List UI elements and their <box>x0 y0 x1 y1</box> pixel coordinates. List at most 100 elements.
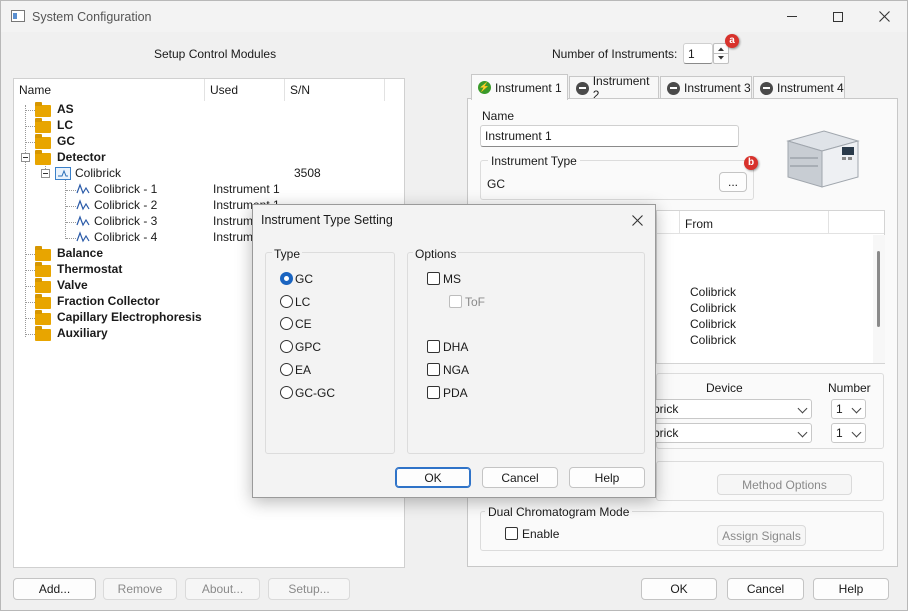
dual-chromatogram-label: Dual Chromatogram Mode <box>485 505 633 519</box>
type-label-gpc: GPC <box>295 340 322 354</box>
number-select-value: 1 <box>836 402 843 416</box>
option-checkbox-tof[interactable] <box>449 295 462 308</box>
colibrick-sn: 3508 <box>294 166 321 180</box>
number-of-instruments-field[interactable]: 1 <box>683 43 713 64</box>
tree-item-valve[interactable]: Valve <box>57 277 88 293</box>
option-label-nga: NGA <box>443 363 470 377</box>
device-select-1[interactable]: brick <box>648 399 812 419</box>
chevron-down-icon <box>851 403 862 414</box>
tree-item-balance[interactable]: Balance <box>57 245 103 261</box>
column-header-sn[interactable]: S/N <box>285 79 385 101</box>
folder-icon <box>35 262 51 277</box>
tab-instrument-2[interactable]: Instrument 2 <box>569 74 659 102</box>
option-checkbox-pda[interactable] <box>427 386 440 399</box>
close-icon[interactable] <box>861 1 907 32</box>
collapse-icon[interactable] <box>21 153 30 162</box>
type-radio-gc-gc[interactable] <box>280 386 293 399</box>
type-label-gc: GC <box>295 272 313 286</box>
number-select-value: 1 <box>836 426 843 440</box>
column-header-name[interactable]: Name <box>14 79 205 101</box>
scrollbar-thumb[interactable] <box>877 251 880 327</box>
app-icon <box>11 10 25 22</box>
name-label: Name <box>482 109 515 123</box>
ok-button[interactable]: OK <box>641 578 717 600</box>
tree-item-as[interactable]: AS <box>57 101 74 117</box>
tree-item-fraction-collector[interactable]: Fraction Collector <box>57 293 160 309</box>
column-header-from[interactable]: From <box>685 217 713 231</box>
dialog-cancel-button[interactable]: Cancel <box>482 467 558 488</box>
type-radio-ce[interactable] <box>280 317 293 330</box>
option-checkbox-ms[interactable] <box>427 272 440 285</box>
option-label-dha: DHA <box>443 340 469 354</box>
column-divider <box>679 211 680 234</box>
tree-line <box>26 318 35 319</box>
browse-instrument-type-button[interactable]: ... <box>719 172 747 192</box>
type-radio-lc[interactable] <box>280 295 293 308</box>
tree-item-colibrick-1[interactable]: Colibrick - 1 <box>94 181 157 197</box>
add-button[interactable]: Add... <box>13 578 96 600</box>
active-instrument-icon: ⚡ <box>478 81 491 94</box>
minimize-icon[interactable] <box>769 1 815 32</box>
dialog-ok-button[interactable]: OK <box>395 467 471 488</box>
options-group-label: Options <box>413 247 459 261</box>
enable-checkbox[interactable] <box>505 527 518 540</box>
tab-label: Instrument 3 <box>684 81 751 95</box>
type-label-ea: EA <box>295 363 312 377</box>
tree-item-colibrick[interactable]: Colibrick <box>75 165 121 181</box>
tree-line <box>26 142 35 143</box>
tree-item-auxiliary[interactable]: Auxiliary <box>57 325 108 341</box>
method-options-button[interactable]: Method Options <box>717 474 852 495</box>
tree-item-thermostat[interactable]: Thermostat <box>57 261 122 277</box>
type-radio-ea[interactable] <box>280 363 293 376</box>
annotation-badge-a: a <box>725 34 739 48</box>
number-select-2[interactable]: 1 <box>831 423 866 443</box>
tree-line <box>66 190 76 191</box>
detector-table[interactable]: From Colibrick Colibrick Colibrick Colib… <box>656 210 885 364</box>
type-radio-gpc[interactable] <box>280 340 293 353</box>
maximize-icon[interactable] <box>815 1 861 32</box>
type-radio-gc[interactable] <box>280 272 293 285</box>
column-header-used[interactable]: Used <box>205 79 285 101</box>
tab-instrument-4[interactable]: Instrument 4 <box>753 76 845 99</box>
option-checkbox-nga[interactable] <box>427 363 440 376</box>
dialog-help-button[interactable]: Help <box>569 467 645 488</box>
number-of-instruments-label: Number of Instruments: <box>552 47 678 61</box>
tree-item-capillary-electrophoresis[interactable]: Capillary Electrophoresis <box>57 309 202 325</box>
help-button[interactable]: Help <box>813 578 889 600</box>
tree-item-detector[interactable]: Detector <box>57 149 106 165</box>
tree-item-colibrick-2[interactable]: Colibrick - 2 <box>94 197 157 213</box>
cancel-button[interactable]: Cancel <box>727 578 804 600</box>
instrument-type-value: GC <box>487 177 505 191</box>
from-value: Colibrick <box>690 301 737 315</box>
setup-button[interactable]: Setup... <box>268 578 350 600</box>
annotation-badge-b: b <box>744 156 758 170</box>
folder-icon <box>35 278 51 293</box>
about-button[interactable]: About... <box>185 578 260 600</box>
dialog-close-icon[interactable] <box>629 212 645 228</box>
tree-item-gc[interactable]: GC <box>57 133 75 149</box>
tree-item-lc[interactable]: LC <box>57 117 73 133</box>
signal-icon <box>76 215 90 227</box>
tab-instrument-1[interactable]: ⚡ Instrument 1 <box>471 74 568 100</box>
tab-label: Instrument 1 <box>495 80 562 95</box>
instrument-name-field[interactable]: Instrument 1 <box>480 125 739 147</box>
inactive-instrument-icon <box>667 81 680 95</box>
assign-signals-button[interactable]: Assign Signals <box>717 525 806 546</box>
option-checkbox-dha[interactable] <box>427 340 440 353</box>
chevron-down-icon <box>797 403 808 414</box>
table-scrollbar[interactable] <box>873 235 885 363</box>
tab-instrument-3[interactable]: Instrument 3 <box>660 76 752 99</box>
enable-label: Enable <box>522 527 560 541</box>
remove-button[interactable]: Remove <box>103 578 177 600</box>
device-select-2[interactable]: brick <box>648 423 812 443</box>
from-value: Colibrick <box>690 333 737 347</box>
column-header-number: Number <box>828 381 871 395</box>
number-select-1[interactable]: 1 <box>831 399 866 419</box>
signal-icon <box>76 183 90 195</box>
tree-line <box>65 177 66 239</box>
tab-label: Instrument 4 <box>777 81 844 95</box>
tree-item-colibrick-4[interactable]: Colibrick - 4 <box>94 229 157 245</box>
device-select-value: brick <box>653 426 679 440</box>
tree-item-colibrick-3[interactable]: Colibrick - 3 <box>94 213 157 229</box>
collapse-icon[interactable] <box>41 169 50 178</box>
